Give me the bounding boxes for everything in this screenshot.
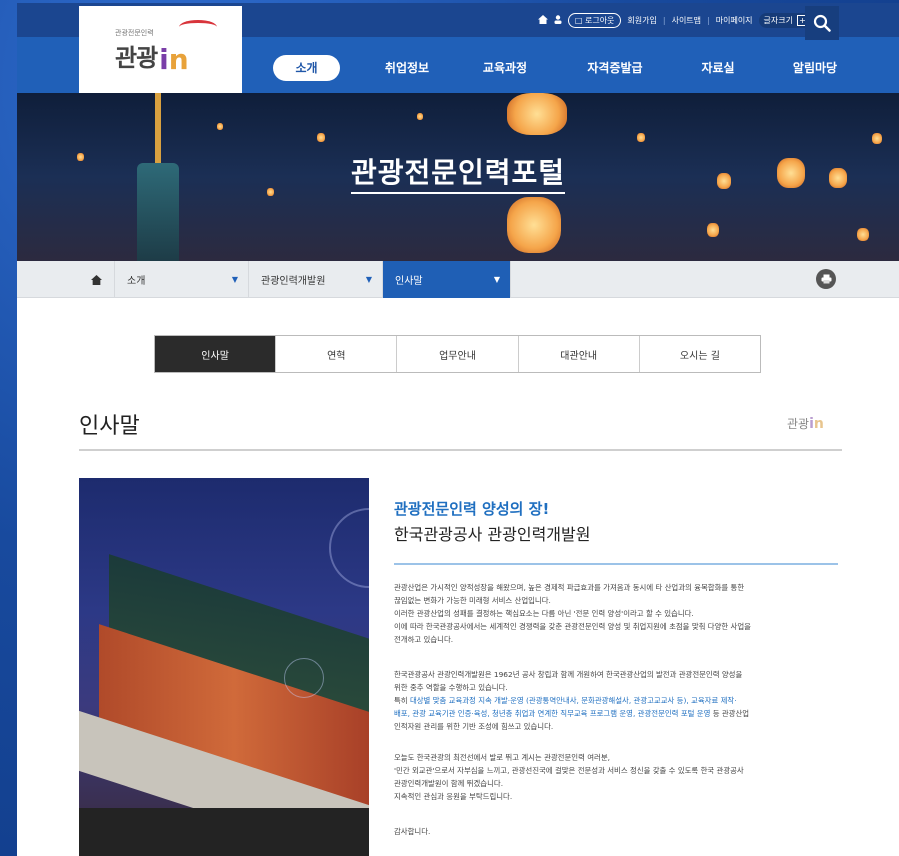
separator: | [707,15,710,25]
caret-down-icon: ▼ [493,275,500,284]
join-link[interactable]: 회원가입 [627,15,656,26]
paragraph-3: 오늘도 한국관광의 최전선에서 발로 뛰고 계시는 관광전문인력 여러분, '민… [394,753,744,801]
lantern [872,133,882,144]
lantern [507,197,561,253]
tab-greeting[interactable]: 인사말 [155,336,277,372]
gnb-item-jobs[interactable]: 취업정보 [377,55,437,81]
palace-photo [79,478,369,856]
tab-services[interactable]: 업무안내 [397,336,519,372]
site-logo[interactable]: 관광전문인력 관광 in [79,6,242,93]
content-subheadline: 한국관광공사 관광인력개발원 [394,525,591,544]
logo-wordmark: 관광 in [115,38,189,76]
divider [79,449,842,451]
caret-down-icon: ▼ [365,275,372,284]
lantern [637,133,645,142]
breadcrumb-level2[interactable]: 관광인력개발원 ▼ [249,261,383,298]
home-icon [91,274,102,285]
paragraph-1: 관광산업은 가시적인 양적성장을 해왔으며, 높은 경제적 파급효과를 가져옴과… [394,583,751,644]
emblem-decoration [284,658,324,698]
paragraph-2: 한국관광공사 관광인력개발원은 1962년 공사 창립과 함께 개원하여 한국관… [394,670,750,731]
lantern [707,223,719,237]
emblem-decoration [329,508,369,588]
lantern [317,133,325,142]
site-header: 소개 취업정보 교육과정 자격증발급 자료실 알림마당 관광전문인력 관광 in… [17,3,899,93]
photo-ground [79,808,369,856]
lantern [857,228,869,241]
page-title: 인사말 [79,414,140,439]
sitemap-link[interactable]: 사이트맵 [672,15,701,26]
breadcrumb-level3[interactable]: 인사말 ▼ [383,261,511,298]
title-logo: 관광in [787,416,824,432]
tab-directions[interactable]: 오시는 길 [639,336,761,372]
tab-history[interactable]: 연혁 [276,336,398,372]
print-button[interactable] [816,269,836,289]
logo-caption: 관광전문인력 [115,29,154,37]
home-icon[interactable] [537,14,548,26]
site-frame: 소개 취업정보 교육과정 자격증발급 자료실 알림마당 관광전문인력 관광 in… [17,3,899,856]
mypage-link[interactable]: 마이페이지 [716,15,753,26]
hero-banner: 관광전문인력포털 [17,93,899,261]
search-button[interactable] [805,6,839,40]
hero-title: 관광전문인력포털 [17,151,899,194]
lantern [507,93,567,135]
breadcrumb-level1[interactable]: 소개 ▼ [115,261,249,298]
sub-tabs: 인사말 연혁 업무안내 대관안내 오시는 길 [154,335,761,373]
lantern [217,123,223,130]
print-icon [821,274,831,284]
logo-korean: 관광 [115,44,158,72]
gnb-item-intro[interactable]: 소개 [273,55,340,81]
closing-text: 감사합니다. [394,827,431,836]
lock-icon: □ [574,15,583,25]
gnb-item-library[interactable]: 자료실 [693,55,743,81]
tab-rental[interactable]: 대관안내 [518,336,640,372]
breadcrumb-home[interactable] [79,261,115,298]
user-icon [554,14,562,26]
separator: | [662,15,666,25]
gnb-item-notice[interactable]: 알림마당 [785,55,845,81]
utility-links: □ 로그아웃 회원가입 | 사이트맵 | 마이페이지 글자크기 + o − [537,11,839,29]
gnb-item-certificates[interactable]: 자격증발급 [579,55,651,81]
gnb-item-courses[interactable]: 교육과정 [475,55,535,81]
content-headline: 관광전문인력 양성의 장! [394,500,550,518]
divider [394,563,838,565]
logo-in: in [159,43,189,76]
lantern [417,113,423,120]
font-size-label: 글자크기 [763,15,793,25]
search-icon [813,14,831,32]
logout-button[interactable]: □ 로그아웃 [567,12,622,28]
breadcrumb: 소개 ▼ 관광인력개발원 ▼ 인사말 ▼ [17,261,899,298]
logo-swoosh [179,20,217,34]
caret-down-icon: ▼ [231,275,238,284]
